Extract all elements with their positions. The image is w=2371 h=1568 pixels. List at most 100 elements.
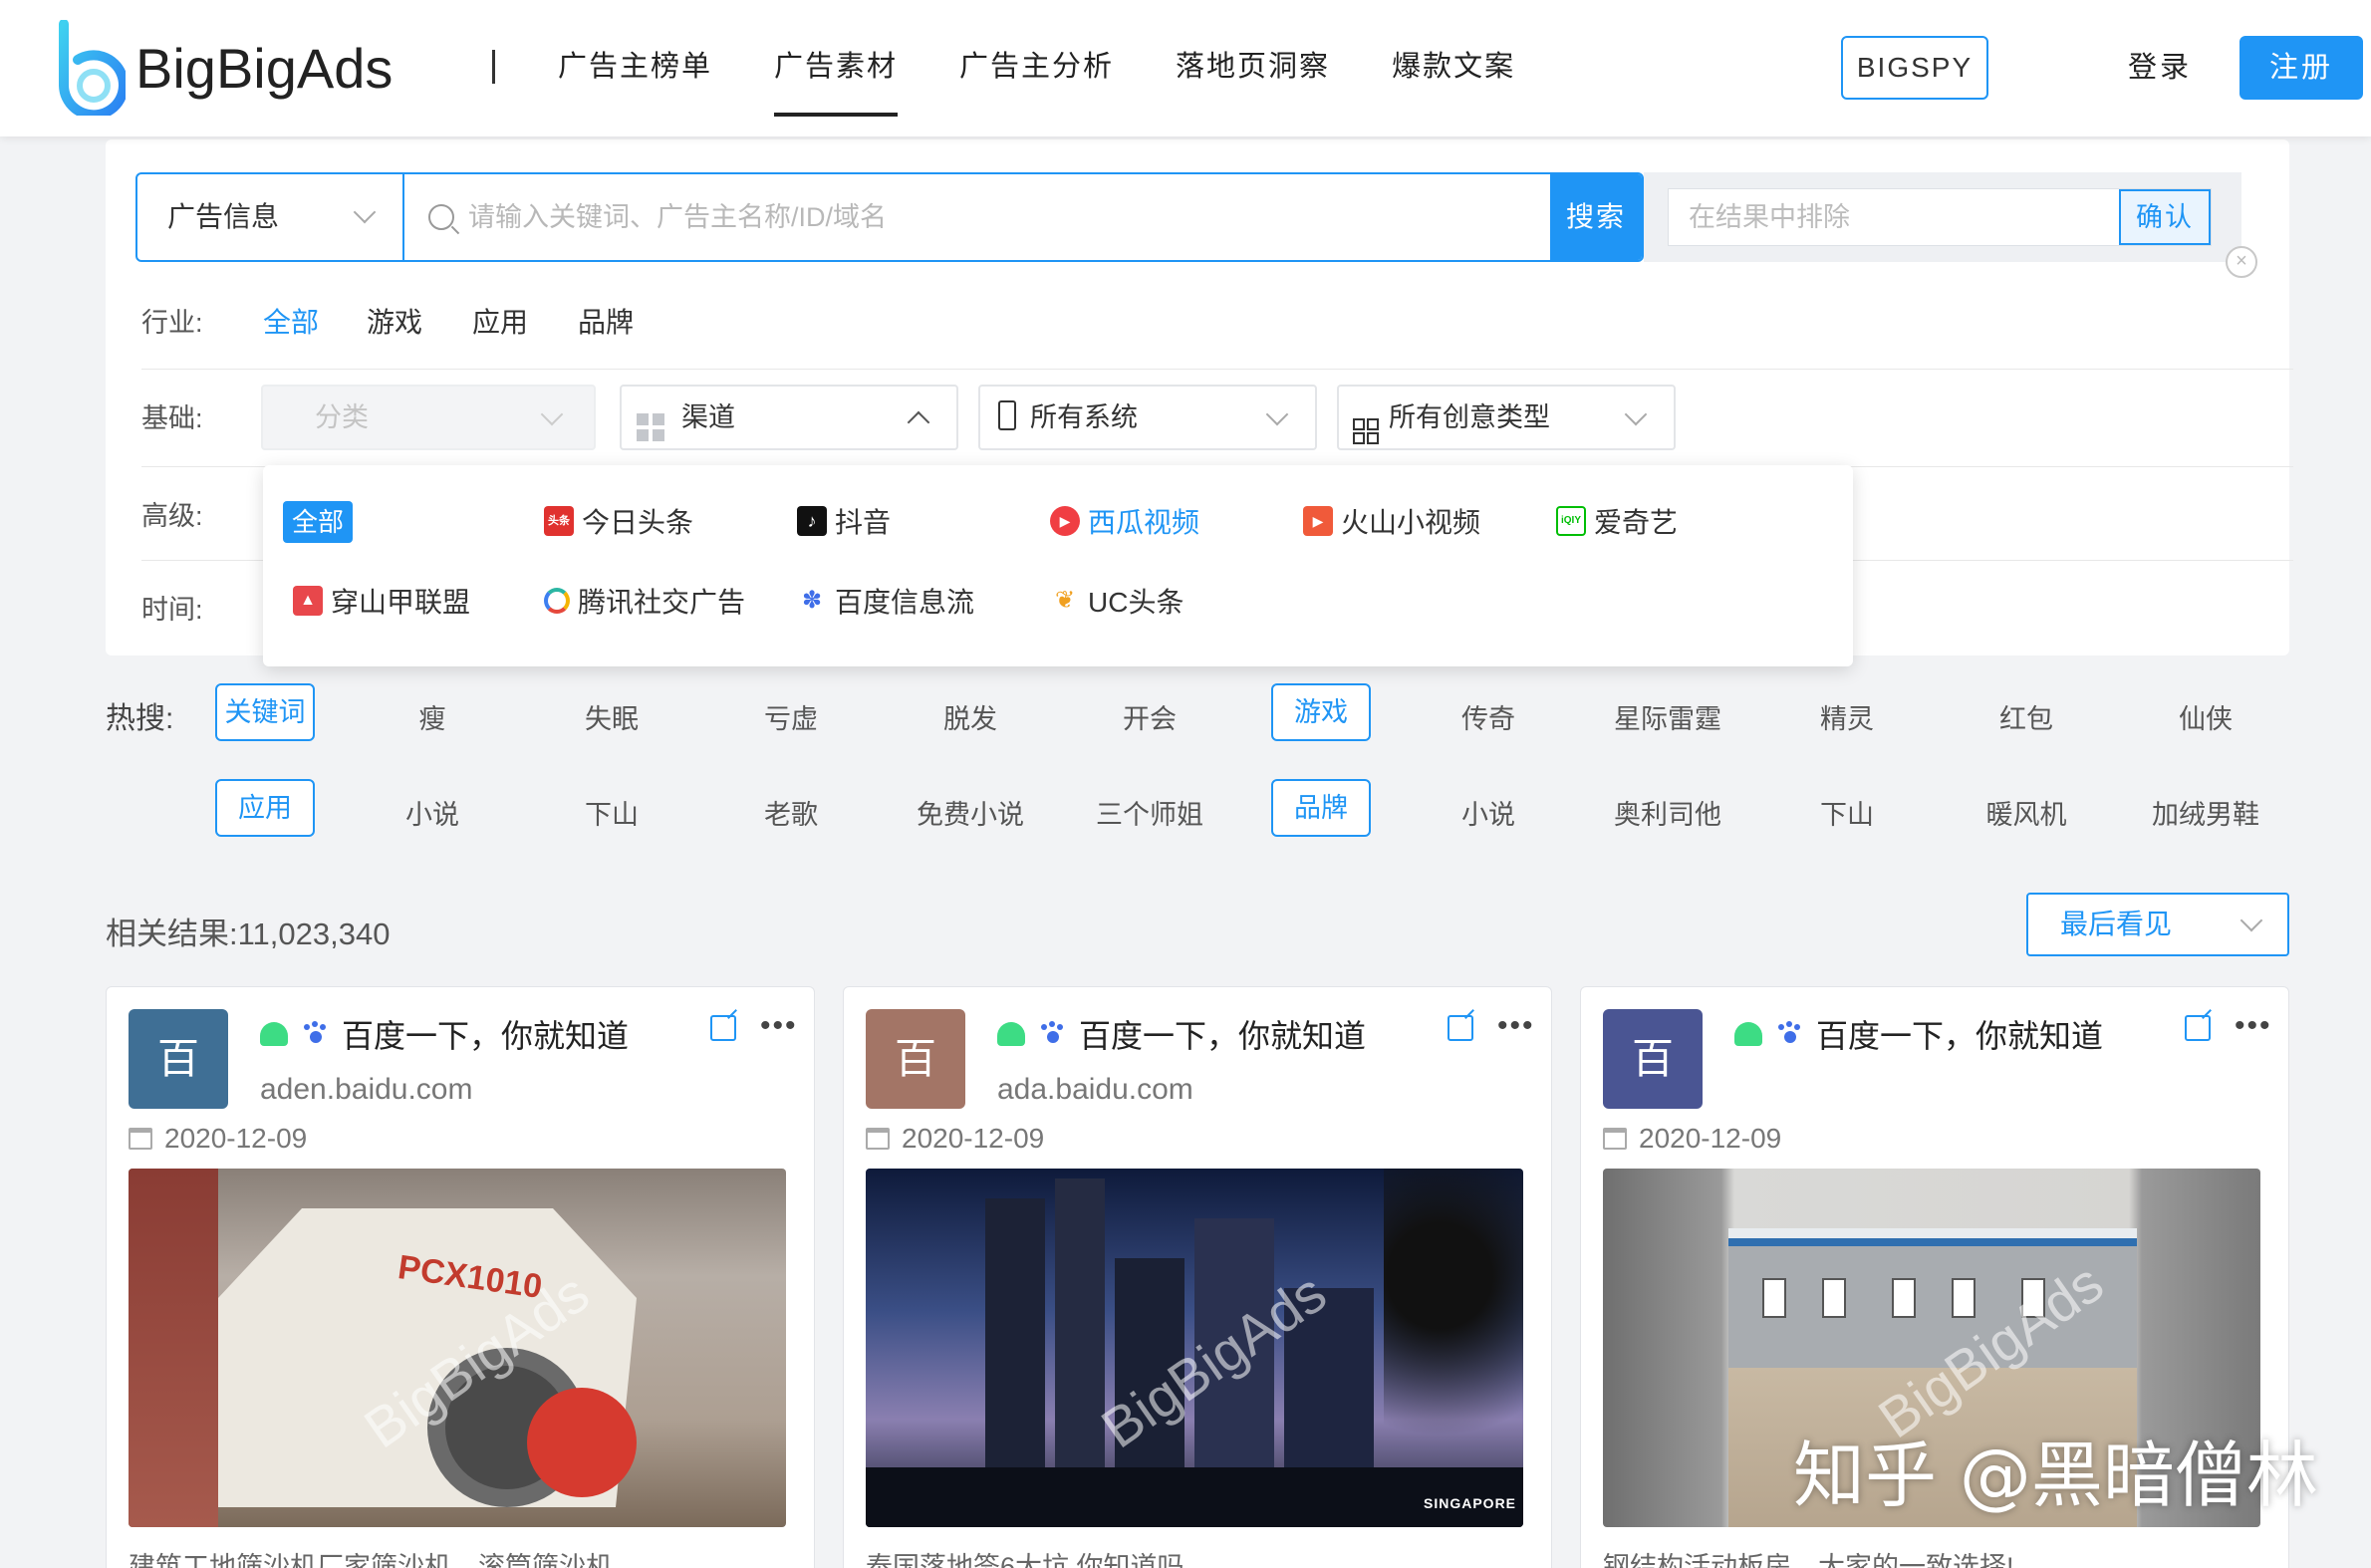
hot-item[interactable]: 下山 [542,793,681,832]
channel-xigua[interactable]: ▶ 西瓜视频 [1050,501,1199,541]
baidu-paw-icon [1039,1021,1065,1047]
android-icon [997,1022,1025,1046]
exclude-input[interactable] [1669,189,2119,245]
nav-ad-creatives[interactable]: 广告素材 [774,0,899,136]
channel-label: UC头条 [1088,587,1185,618]
uc-squirrel-icon: ❦ [1050,586,1080,616]
external-link-icon[interactable] [1448,1015,1473,1041]
ad-caption: 钢结构活动板房，大家的一致选择! [1603,1552,2014,1568]
system-dropdown-value: 所有系统 [1030,402,1138,432]
channel-popover: 全部 头条 今日头条 ♪ 抖音 ▶ 西瓜视频 ▶ 火山小视频 iQIY 爱奇艺 … [263,465,1853,666]
ad-image[interactable]: SINGAPORE BigBigAds [866,1169,1523,1527]
hot-item[interactable]: 失眠 [542,697,681,736]
logo[interactable]: BigBigAds [56,20,393,116]
phone-icon [998,400,1016,430]
hot-tag-keyword[interactable]: 关键词 [215,683,315,741]
channel-all[interactable]: 全部 [283,501,353,543]
hot-tag-app[interactable]: 应用 [215,779,315,837]
hot-item[interactable]: 小说 [363,793,502,832]
channel-label: 火山小视频 [1341,507,1481,538]
hot-item[interactable]: 星际雷霆 [1598,697,1737,736]
sort-select-value: 最后看见 [2060,909,2173,939]
basic-label: 基础: [141,403,203,433]
chevron-down-icon [1265,402,1289,426]
nav-landing-insights[interactable]: 落地页洞察 [1176,0,1330,136]
login-link[interactable]: 登录 [2128,36,2192,100]
hot-item[interactable]: 精灵 [1777,697,1917,736]
channel-iqiyi[interactable]: iQIY 爱奇艺 [1556,501,1678,541]
search-category-select[interactable]: 广告信息 [137,174,404,260]
hot-item[interactable]: 下山 [1777,793,1917,832]
hot-item[interactable]: 小说 [1419,793,1558,832]
channel-pangle[interactable]: ▲ 穿山甲联盟 [293,581,470,621]
nav-advertiser-ranking[interactable]: 广告主榜单 [558,0,712,136]
ad-caption: 泰国落地签6大坑,你知道吗 [866,1552,1185,1568]
hot-item[interactable]: 瘦 [363,697,502,736]
time-label: 时间: [141,595,203,625]
nav-viral-copy[interactable]: 爆款文案 [1392,0,1515,136]
system-dropdown[interactable]: 所有系统 [978,385,1317,450]
chevron-down-icon [1624,402,1648,426]
hot-item[interactable]: 仙侠 [2136,697,2275,736]
avatar: 百 [129,1009,228,1109]
external-link-icon[interactable] [710,1015,736,1041]
ad-date-text: 2020-12-09 [164,1123,308,1154]
ad-date: 2020-12-09 [866,1123,1044,1155]
channel-toutiao[interactable]: 头条 今日头条 [544,501,693,541]
hot-tag-game[interactable]: 游戏 [1271,683,1371,741]
hot-item[interactable]: 奥利司他 [1598,793,1737,832]
industry-all[interactable]: 全部 [263,301,319,341]
image-text: SINGAPORE [1424,1495,1517,1511]
channel-label: 爱奇艺 [1594,507,1679,538]
hot-item[interactable]: 暖风机 [1957,793,2096,832]
channel-douyin[interactable]: ♪ 抖音 [797,501,891,541]
main-nav: 广告主榜单 广告素材 广告主分析 落地页洞察 爆款文案 [558,0,1577,136]
clear-icon[interactable]: × [2226,246,2257,278]
hot-item[interactable]: 老歌 [721,793,861,832]
category-dropdown-value: 分类 [315,402,369,432]
hot-item[interactable]: 加绒男鞋 [2136,793,2275,832]
ad-image[interactable]: PCX1010 BigBigAds [129,1169,786,1527]
bigbigads-logo-icon [59,20,126,116]
creative-type-dropdown-value: 所有创意类型 [1389,402,1550,432]
ad-card[interactable]: 百 百度一下，你就知道 ada.baidu.com 2020-12-09 •••… [843,986,1552,1568]
calendar-icon [1603,1128,1627,1150]
more-icon[interactable]: ••• [1497,1009,1535,1043]
hot-item[interactable]: 脱发 [901,697,1040,736]
chevron-up-icon [907,410,930,434]
search-button[interactable]: 搜索 [1550,174,1642,260]
nav-advertiser-analysis[interactable]: 广告主分析 [959,0,1114,136]
hot-item[interactable]: 三个师姐 [1080,793,1219,832]
industry-game[interactable]: 游戏 [367,301,422,341]
huoshan-icon: ▶ [1303,506,1333,536]
ad-card[interactable]: 百 百度一下，你就知道 aden.baidu.com 2020-12-09 ••… [106,986,815,1568]
industry-brand[interactable]: 品牌 [578,301,634,341]
result-count: 相关结果:11,023,340 [106,916,391,951]
ad-title: 百度一下，你就知道 [997,1011,1366,1057]
channel-baidu[interactable]: ✽ 百度信息流 [797,581,974,621]
hot-item[interactable]: 传奇 [1419,697,1558,736]
sort-select[interactable]: 最后看见 [2026,893,2289,956]
channel-tencent[interactable]: 腾讯社交广告 [544,581,745,621]
channel-huoshan[interactable]: ▶ 火山小视频 [1303,501,1480,541]
channel-uc[interactable]: ❦ UC头条 [1050,581,1184,621]
confirm-button[interactable]: 确认 [2119,189,2211,245]
hot-item[interactable]: 红包 [1957,697,2096,736]
hot-tag-brand[interactable]: 品牌 [1271,779,1371,837]
external-link-icon[interactable] [2185,1015,2211,1041]
search-input[interactable] [404,174,1550,260]
apps-icon [1353,404,1379,466]
bigspy-button[interactable]: BIGSPY [1841,36,1988,100]
more-icon[interactable]: ••• [2235,1009,2272,1043]
channel-dropdown[interactable]: 渠道 [620,385,958,450]
hot-item[interactable]: 免费小说 [901,793,1040,832]
more-icon[interactable]: ••• [760,1009,798,1043]
industry-app[interactable]: 应用 [472,301,528,341]
hot-item[interactable]: 开会 [1080,697,1219,736]
iqiyi-icon: iQIY [1556,506,1586,536]
register-button[interactable]: 注册 [2239,36,2363,100]
logo-text: BigBigAds [135,36,394,100]
channel-label: 穿山甲联盟 [331,587,471,618]
hot-item[interactable]: 亏虚 [721,697,861,736]
creative-type-dropdown[interactable]: 所有创意类型 [1337,385,1676,450]
